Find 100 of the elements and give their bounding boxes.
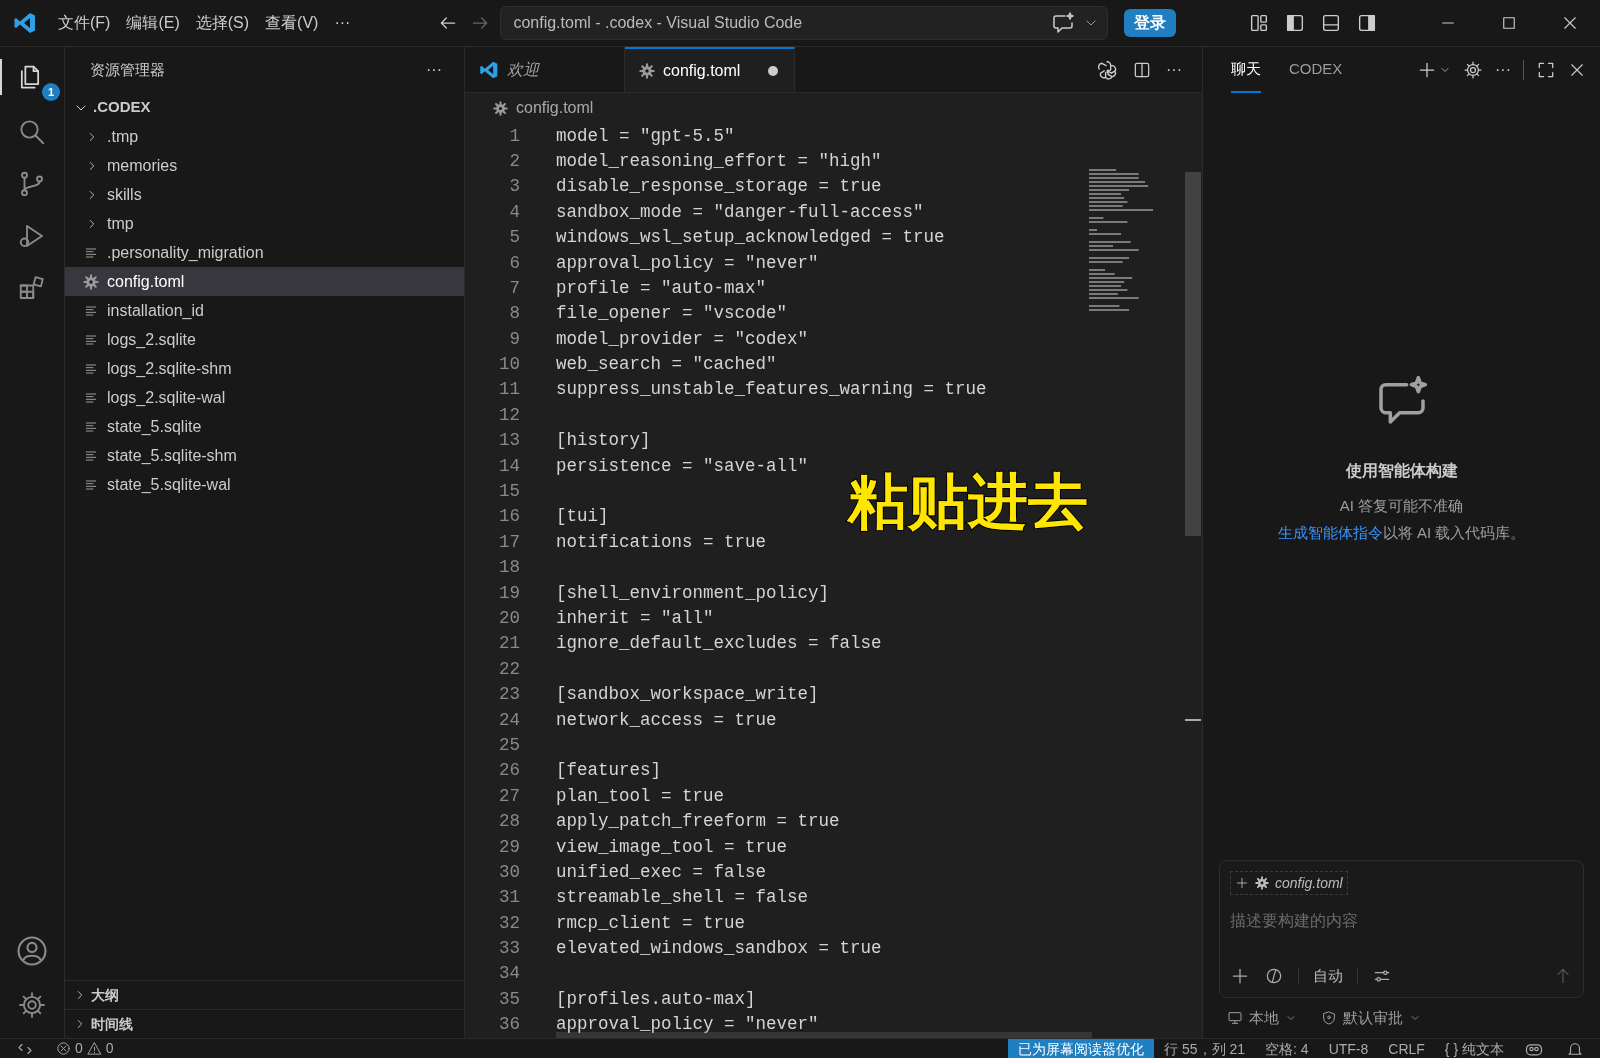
more-actions-button[interactable]: ··· <box>426 58 442 82</box>
code-line: profile = "auto-max" <box>556 276 767 300</box>
breadcrumb[interactable]: config.toml <box>516 96 594 120</box>
tree-item[interactable]: config.toml <box>65 267 464 296</box>
monitor-icon <box>1227 1010 1243 1026</box>
line-number: 29 <box>498 835 520 859</box>
code-line: ignore_default_excludes = false <box>556 632 882 656</box>
panel-title: 资源管理器 <box>90 59 165 80</box>
tree-item[interactable]: .personality_migration <box>65 238 464 267</box>
tree-item[interactable]: memories <box>65 151 464 180</box>
maximize-icon[interactable] <box>1536 60 1556 80</box>
line-number: 34 <box>498 962 520 986</box>
tree-item[interactable]: installation_id <box>65 296 464 325</box>
menu-item[interactable]: 选择(S) <box>187 8 258 38</box>
tree-item[interactable]: tmp <box>65 209 464 238</box>
line-number: 9 <box>508 327 520 351</box>
scrollbar-thumb[interactable] <box>1185 172 1201 536</box>
line-number: 3 <box>508 175 520 199</box>
tree-item[interactable]: state_5.sqlite-shm <box>65 441 464 470</box>
plus-icon <box>1235 876 1249 890</box>
status-item[interactable]: 空格: 4 <box>1255 1039 1319 1058</box>
tree-item[interactable]: logs_2.sqlite <box>65 325 464 354</box>
line-number: 22 <box>498 657 520 681</box>
chat-sparkle-icon[interactable] <box>1051 11 1076 35</box>
tree-item[interactable]: logs_2.sqlite-wal <box>65 383 464 412</box>
status-item[interactable]: 已为屏幕阅读器优化 <box>1008 1039 1155 1058</box>
line-number: 23 <box>498 683 520 707</box>
code-line: sandbox_mode = "danger-full-access" <box>556 200 924 224</box>
editor-tab[interactable]: config.toml <box>625 47 795 92</box>
login-button[interactable]: 登录 <box>1124 9 1177 37</box>
line-number: 1 <box>508 124 520 148</box>
tree-item[interactable]: logs_2.sqlite-shm <box>65 354 464 383</box>
line-number: 21 <box>498 632 520 656</box>
tree-item[interactable]: .tmp <box>65 122 464 151</box>
line-number: 18 <box>498 556 520 580</box>
code-line: approval_policy = "never" <box>556 1013 819 1037</box>
code-line: apply_patch_freeform = true <box>556 810 840 834</box>
code-line: [shell_environment_policy] <box>556 581 830 605</box>
account-icon[interactable] <box>15 934 49 968</box>
line-number: 33 <box>498 937 520 961</box>
context-chip[interactable]: config.toml <box>1230 871 1348 895</box>
chat-input-field[interactable]: 描述要构建的内容 <box>1230 909 1573 933</box>
line-number: 31 <box>498 886 520 910</box>
tree-item[interactable]: skills <box>65 180 464 209</box>
plus-icon[interactable] <box>1417 60 1437 80</box>
close-icon[interactable] <box>1568 61 1586 79</box>
instructions-link[interactable]: 生成智能体指令 <box>1277 523 1383 541</box>
status-item[interactable]: UTF-8 <box>1318 1039 1379 1058</box>
tree-item[interactable]: state_5.sqlite <box>65 412 464 441</box>
line-number: 24 <box>498 708 520 732</box>
line-number: 17 <box>498 530 520 554</box>
gear-icon <box>1255 876 1269 890</box>
mode-picker[interactable]: 自动 <box>1313 964 1343 987</box>
code-line: streamable_shell = false <box>556 886 809 910</box>
code-line: suppress_unstable_features_warning = true <box>556 378 987 402</box>
status-item[interactable]: 行 55，列 21 <box>1154 1039 1256 1058</box>
line-number: 30 <box>498 860 520 884</box>
line-number: 7 <box>508 276 520 300</box>
code-line: web_search = "cached" <box>556 353 777 377</box>
problems-button[interactable]: 0 0 <box>56 1039 114 1058</box>
code-line: rmcp_client = true <box>556 911 746 935</box>
notification-badge: 1 <box>42 83 60 101</box>
line-number: 13 <box>498 429 520 453</box>
code-line: model_provider = "codex" <box>556 327 809 351</box>
line-number: 5 <box>508 226 520 250</box>
line-number: 15 <box>498 480 520 504</box>
menu-item[interactable]: 编辑(E) <box>118 8 188 38</box>
error-icon <box>56 1041 71 1056</box>
code-line: plan_tool = true <box>556 784 725 808</box>
section-header[interactable]: 大纲 <box>65 980 464 1009</box>
menu-item[interactable]: 查看(V) <box>257 8 327 38</box>
menu-item[interactable]: ··· <box>326 8 359 38</box>
command-center[interactable]: config.toml - .codex - Visual Studio Code <box>500 6 1109 40</box>
settings-icon[interactable] <box>1463 60 1483 80</box>
dropdown-button[interactable]: 默认审批 <box>1321 1006 1421 1030</box>
line-number: 36 <box>498 1013 520 1037</box>
panel-tab[interactable]: CODEX <box>1289 47 1343 93</box>
tree-folder[interactable]: .CODEX <box>65 93 464 122</box>
more-actions-button[interactable]: ··· <box>1166 57 1182 82</box>
knot-icon[interactable] <box>1096 58 1118 81</box>
status-item[interactable]: { } 纯文本 <box>1434 1039 1514 1058</box>
horizontal-scrollbar-thumb[interactable] <box>556 1032 1092 1038</box>
code-line: view_image_tool = true <box>556 835 788 859</box>
code-line: elevated_windows_sandbox = true <box>556 937 882 961</box>
status-item[interactable]: CRLF <box>1378 1039 1435 1058</box>
code-line: inherit = "all" <box>556 607 714 630</box>
warning-icon <box>86 1041 102 1056</box>
instructions-text: 生成智能体指令以将 AI 载入代码库。 <box>1277 522 1526 543</box>
panel-tab[interactable]: 聊天 <box>1231 47 1261 93</box>
dropdown-button[interactable]: 本地 <box>1227 1006 1297 1030</box>
settings-icon[interactable] <box>17 990 47 1020</box>
line-number: 32 <box>498 911 520 935</box>
chat-input-box[interactable]: config.toml 描述要构建的内容 自动 <box>1219 860 1584 998</box>
tree-item[interactable]: state_5.sqlite-wal <box>65 470 464 499</box>
code-line: notifications = true <box>556 530 767 554</box>
more-actions-button[interactable]: ··· <box>1495 58 1511 82</box>
search-icon[interactable] <box>17 117 47 147</box>
menu-item[interactable]: 文件(F) <box>50 8 119 38</box>
code-line: [profiles.auto-max] <box>556 987 756 1011</box>
code-line: [history] <box>556 429 651 453</box>
